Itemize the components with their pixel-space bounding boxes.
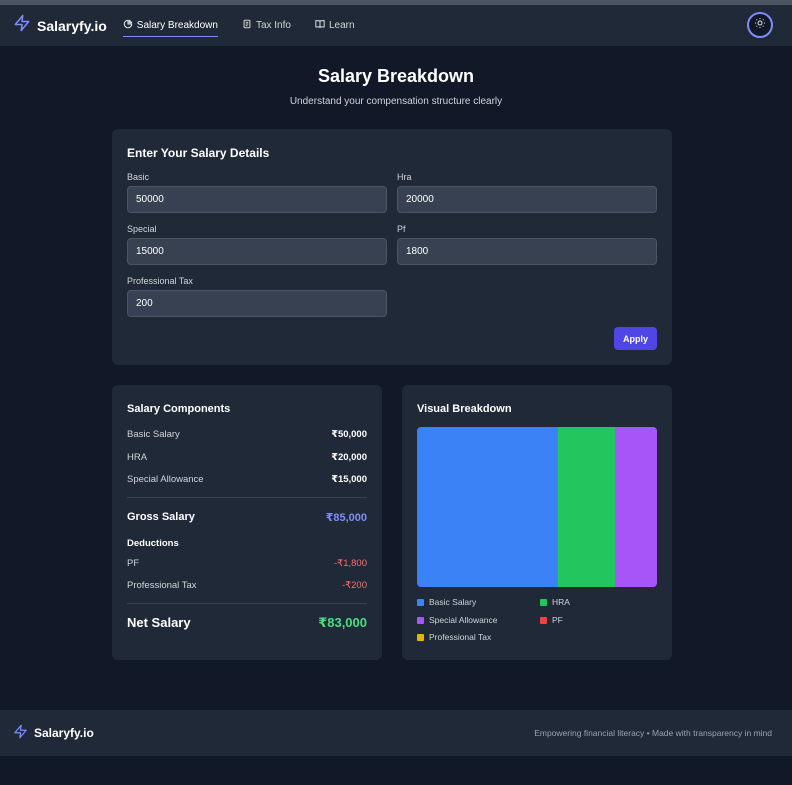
components-title: Salary Components — [127, 403, 231, 415]
deduction-value: -₹200 — [341, 580, 367, 591]
theme-toggle-button[interactable] — [747, 12, 773, 38]
brand-name: Salaryfy.io — [37, 17, 107, 34]
component-value: ₹20,000 — [331, 452, 367, 463]
component-label: Basic Salary — [127, 429, 180, 440]
footer-brand-name: Salaryfy.io — [34, 726, 94, 740]
component-label: Special Allowance — [127, 474, 204, 485]
gross-salary-value: ₹85,000 — [325, 512, 367, 524]
brand[interactable]: Salaryfy.io — [13, 14, 107, 37]
component-row-hra: HRA ₹20,000 — [127, 452, 367, 463]
component-row-basic: Basic Salary ₹50,000 — [127, 429, 367, 440]
bar-segment-basic-salary — [417, 427, 559, 587]
pf-input[interactable] — [397, 238, 657, 265]
pie-chart-icon — [123, 19, 133, 32]
special-label: Special — [127, 224, 157, 234]
top-navbar: Salaryfy.io Salary Breakdown Tax Info Le… — [0, 5, 792, 46]
professional-tax-label: Professional Tax — [127, 276, 193, 286]
lightning-icon — [13, 724, 28, 742]
net-salary-label: Net Salary — [127, 615, 191, 630]
deductions-title: Deductions — [127, 538, 179, 549]
special-input[interactable] — [127, 238, 387, 265]
sun-icon — [754, 16, 766, 34]
footer: Salaryfy.io Empowering financial literac… — [0, 710, 792, 756]
net-salary-row: Net Salary ₹83,000 — [127, 615, 367, 631]
hra-label: Hra — [397, 172, 412, 182]
apply-button[interactable]: Apply — [614, 327, 657, 350]
main-nav: Salary Breakdown Tax Info Learn — [122, 15, 379, 37]
legend-basic-salary: Basic Salary — [417, 597, 476, 607]
legend-swatch — [417, 633, 424, 641]
visual-title: Visual Breakdown — [417, 403, 512, 415]
basic-label: Basic — [127, 172, 150, 182]
breakdown-bar — [417, 427, 657, 587]
nav-label: Tax Info — [255, 20, 291, 31]
legend-swatch — [417, 616, 424, 624]
footer-tagline: Empowering financial literacy • Made wit… — [534, 728, 772, 738]
legend-label: PF — [552, 615, 563, 625]
document-icon — [242, 19, 252, 32]
divider — [127, 497, 367, 498]
nav-label: Learn — [328, 20, 355, 31]
legend-label: HRA — [552, 597, 570, 607]
bar-segment-special-allowance — [614, 427, 657, 587]
legend-swatch — [540, 616, 547, 624]
legend-professional-tax: Professional Tax — [417, 632, 491, 642]
deduction-row-professional-tax: Professional Tax -₹200 — [127, 580, 367, 591]
gross-salary-row: Gross Salary ₹85,000 — [127, 511, 367, 524]
legend-special-allowance: Special Allowance — [417, 615, 498, 625]
form-title: Enter Your Salary Details — [127, 146, 270, 160]
legend-hra: HRA — [540, 597, 570, 607]
professional-tax-input[interactable] — [127, 290, 387, 317]
salary-components-card: Salary Components Basic Salary ₹50,000 H… — [112, 385, 382, 660]
salary-form-card: Enter Your Salary Details Basic Hra Spec… — [112, 129, 672, 365]
footer-brand[interactable]: Salaryfy.io — [13, 724, 94, 742]
legend-swatch — [417, 598, 424, 606]
hra-input[interactable] — [397, 186, 657, 213]
nav-salary-breakdown[interactable]: Salary Breakdown — [122, 15, 218, 37]
gross-salary-label: Gross Salary — [127, 511, 195, 523]
net-salary-value: ₹83,000 — [318, 615, 367, 630]
legend-label: Basic Salary — [429, 597, 477, 607]
legend-pf: PF — [540, 615, 563, 625]
pf-label: Pf — [397, 224, 406, 234]
visual-breakdown-card: Visual Breakdown Basic Salary HRA Specia… — [402, 385, 672, 660]
divider — [127, 603, 367, 604]
nav-tax-info[interactable]: Tax Info — [242, 15, 291, 36]
book-icon — [315, 19, 325, 32]
lightning-icon — [13, 14, 31, 37]
nav-label: Salary Breakdown — [136, 19, 218, 31]
deduction-row-pf: PF -₹1,800 — [127, 558, 367, 569]
page-subtitle: Understand your compensation structure c… — [289, 96, 503, 107]
component-label: HRA — [127, 452, 148, 463]
deduction-value: -₹1,800 — [334, 558, 367, 569]
legend-swatch — [540, 598, 547, 606]
legend-label: Professional Tax — [429, 632, 492, 642]
page-title: Salary Breakdown — [317, 66, 475, 86]
bar-segment-hra — [558, 427, 615, 587]
nav-learn[interactable]: Learn — [315, 15, 355, 36]
component-value: ₹15,000 — [331, 474, 367, 485]
basic-input[interactable] — [127, 186, 387, 213]
deduction-label: Professional Tax — [127, 580, 197, 591]
deduction-label: PF — [127, 558, 140, 569]
component-row-special: Special Allowance ₹15,000 — [127, 474, 367, 485]
component-value: ₹50,000 — [331, 429, 367, 440]
legend-label: Special Allowance — [429, 615, 498, 625]
